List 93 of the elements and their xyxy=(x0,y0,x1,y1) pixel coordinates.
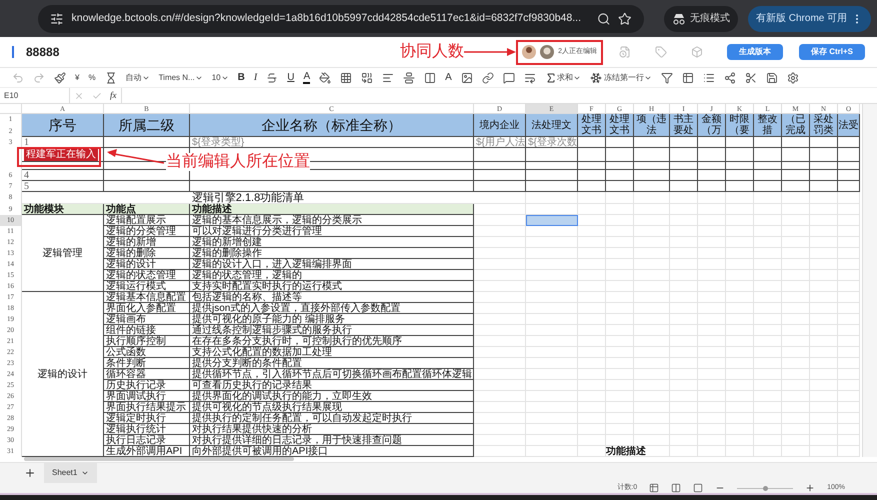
underline-button[interactable]: U xyxy=(287,70,294,85)
table-cell: 执行顺序控制 xyxy=(104,336,190,347)
table-cell: 逻辑管理 xyxy=(22,215,104,292)
table-cell: 提供界面化的调试执行的能力，立即生效 xyxy=(190,391,474,402)
table-cell: 逻辑定时执行 xyxy=(104,413,190,424)
table-cell: 可查看历史执行的记录结果 xyxy=(190,380,474,391)
table-cell: 对执行结果提供快速的分析 xyxy=(190,424,474,435)
table-cell: 界面执行结果提示 xyxy=(104,402,190,413)
table-cell: 逻辑配置展示 xyxy=(104,215,190,226)
table-header-cell: 整改措 xyxy=(754,114,782,137)
table-cell: 逻辑的删除操作 xyxy=(190,248,474,259)
table-header-cell: 法处理文 xyxy=(526,114,578,137)
table-header-cell: 项（违法 xyxy=(634,114,670,137)
generate-version-button[interactable]: 生成版本 xyxy=(726,44,783,60)
update-button[interactable]: 有新版 Chrome 可用 xyxy=(748,6,872,32)
number-format-dropdown[interactable]: 自动 xyxy=(126,72,150,84)
table-header-cell: 时限（要 xyxy=(726,114,754,137)
table-cell: 1 xyxy=(22,137,104,148)
bold-button[interactable]: B xyxy=(238,70,245,85)
text-color-button[interactable]: A xyxy=(303,72,310,84)
table-cell: 逻辑的设计 xyxy=(104,259,190,270)
document-title[interactable]: 88888 xyxy=(26,43,60,61)
table-cell: 循环容器 xyxy=(104,369,190,380)
table-cell: 界面化入参配置 xyxy=(104,303,190,314)
table-cell: 可以对逻辑进行分类进行管理 xyxy=(190,226,474,237)
table-cell: 逻辑的删除 xyxy=(104,248,190,259)
font-dropdown[interactable]: Times N... xyxy=(158,72,203,84)
table-cell: 公式函数 xyxy=(104,347,190,358)
table-cell: 提供可视化的节点级执行结果展现 xyxy=(190,402,474,413)
incognito-label: 无痕模式 xyxy=(690,12,730,26)
table-cell: 提供可视化的原子能力的 编排服务 xyxy=(190,314,474,325)
italic-button[interactable]: I xyxy=(254,70,258,85)
table-cell: 界面调试执行 xyxy=(104,391,190,402)
table-header-cell: 法受 xyxy=(838,114,860,137)
table-cell: 4 xyxy=(22,170,104,181)
annotation-label: 协同人数 xyxy=(400,42,464,62)
table-cell: 提供执行的定制任务配置，可以自动发起定时执行 xyxy=(190,413,474,424)
table-cell: 支持实时配置实时执行的运行模式 xyxy=(190,281,474,292)
table-cell: 支持公式化配置的数据加工处理 xyxy=(190,347,474,358)
percent-button[interactable]: % xyxy=(88,72,96,84)
table-cell: 逻辑的新增创建 xyxy=(190,237,474,248)
table-header-cell: 企业名称（标准全称） xyxy=(190,114,474,137)
table-header-cell: 处理文书 xyxy=(606,114,634,137)
table-cell: 包括逻辑的名称、描述等 xyxy=(190,292,474,303)
table-header-cell: 采处罚类 xyxy=(810,114,838,137)
sum-button[interactable]: 求和 xyxy=(544,72,581,84)
annotation-tooltip: 当前编辑人所在位置 xyxy=(166,153,310,171)
table-cell: 逻辑的新增 xyxy=(104,237,190,248)
cell-reference-field[interactable]: E10 xyxy=(0,88,70,103)
table-cell: 逻辑的基本信息展示，逻辑的分类展示 xyxy=(190,215,474,226)
table-header-cell: （已完成 xyxy=(782,114,810,137)
table-cell: 逻辑的设计入口，进入逻辑编排界面 xyxy=(190,259,474,270)
table-cell: 通过线条控制逻辑步骤式的服务执行 xyxy=(190,325,474,336)
table-cell: 提供json式的入参设置，直接外部传入参数配置 xyxy=(190,303,474,314)
table-cell: 组件的链接 xyxy=(104,325,190,336)
table-cell: 条件判断 xyxy=(104,358,190,369)
address-bar[interactable]: knowledge.bctools.cn/#/design?knowledgeId=1a8b16d10b5997cdd42854cde5117ec1&id=6832f7cf9830b48... xyxy=(38,4,644,32)
incognito-badge[interactable]: 无痕模式 xyxy=(664,6,738,32)
editor-tag: 程建军正在输入 xyxy=(24,148,98,160)
table-cell: 逻辑运行模式 xyxy=(104,281,190,292)
table-header-cell: 功能点 xyxy=(104,204,190,215)
table-header-cell: 功能描述 xyxy=(190,204,474,215)
table-cell: 对执行提供详细的日志记录，用于快速排查问题 xyxy=(190,435,474,446)
table-cell: ${登录次数 xyxy=(526,137,578,148)
table-cell: 提供循环节点，引入循环节点后可切换循环画布配置循环体逻辑 xyxy=(190,369,474,380)
table-header-cell: 序号 xyxy=(22,114,104,137)
table-cell: 逻辑画布 xyxy=(104,314,190,325)
save-button[interactable]: 保存 Ctrl+S xyxy=(798,44,865,60)
function-label[interactable]: fx xyxy=(110,88,116,102)
table-header-cell: 境内企业 xyxy=(474,114,526,137)
table-header-cell: 金额（万 xyxy=(698,114,726,137)
font-size-dropdown[interactable]: 10 xyxy=(212,72,229,84)
table-header-cell: 功能模块 xyxy=(22,204,104,215)
table-cell: 逻辑的分类管理 xyxy=(104,226,190,237)
table-cell: 提供分支判断的条件配置 xyxy=(190,358,474,369)
table-cell: 执行日志记录 xyxy=(104,435,190,446)
sheet-tab[interactable]: Sheet1 xyxy=(44,463,98,483)
table-cell: ${登录类型} xyxy=(190,137,474,148)
table-header-cell: 所属二级 xyxy=(104,114,190,137)
currency-button[interactable]: ¥ xyxy=(75,72,80,84)
table-header-cell: 书主要处 xyxy=(670,114,698,137)
table-cell: ${用户人法 xyxy=(474,137,526,148)
table-cell: 5 xyxy=(22,181,104,192)
table-header-cell: 处理文书 xyxy=(578,114,606,137)
table-cell: 逻辑基本信息配置 xyxy=(104,292,190,303)
font-color-button[interactable]: A xyxy=(445,70,452,85)
freeze-button[interactable]: 冻结第一行 xyxy=(590,72,652,84)
table-cell: 逻辑的状态管理 xyxy=(104,270,190,281)
table-cell: 逻辑的状态管理，逻辑的 xyxy=(190,270,474,281)
table-cell: 历史执行记录 xyxy=(104,380,190,391)
table-cell: 在存在多条分支执行时，可控制执行的优先顺序 xyxy=(190,336,474,347)
table-cell: 逻辑执行统计 xyxy=(104,424,190,435)
url-text: knowledge.bctools.cn/#/design?knowledgeId=1a8b16d10b5997cdd42854cde5117ec1&id=6832f7cf9830b48... xyxy=(72,10,581,26)
